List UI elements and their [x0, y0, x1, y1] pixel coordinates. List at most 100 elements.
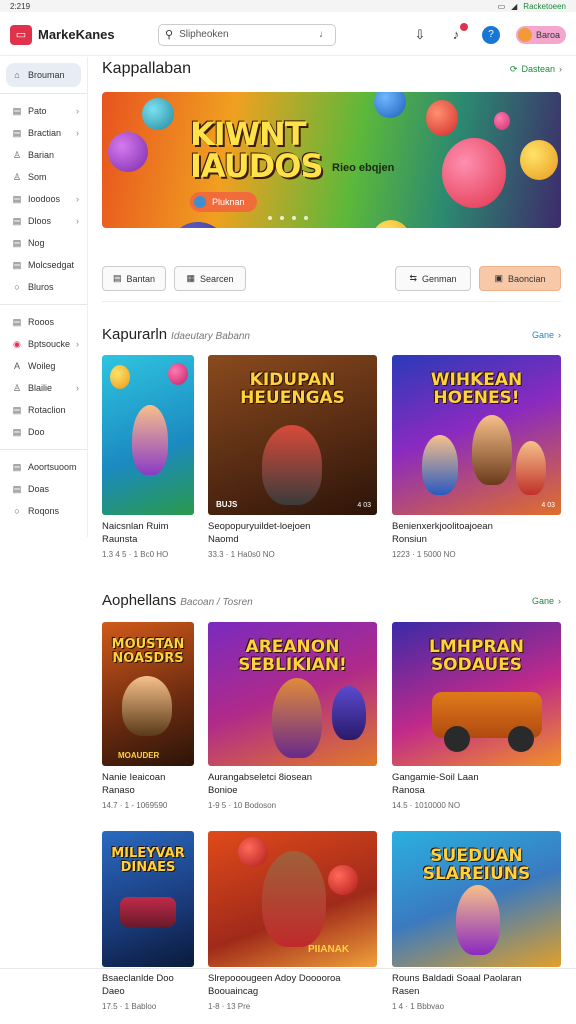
sidebar-item[interactable]: ○ Bluros: [0, 276, 87, 298]
app-card[interactable]: AREANON SEBLIKIAN! Aurangabseletci 8iose…: [208, 622, 377, 810]
sidebar-item[interactable]: ◉ Bptsoucke ›: [0, 333, 87, 355]
card-art-title: KIDUPAN HEUENGAS: [240, 370, 345, 408]
doc-icon: ▤: [12, 127, 22, 138]
sidebar-item[interactable]: ▤ Ioodoos ›: [0, 188, 87, 210]
sidebar-item[interactable]: ▤ Bractian ›: [0, 122, 87, 144]
divider: [102, 301, 561, 302]
see-all-link[interactable]: Gane ›: [532, 596, 561, 606]
wheel-graphic: [508, 726, 534, 752]
action-button-3[interactable]: ⇆ Genman: [395, 266, 471, 291]
card-artwork: AREANON SEBLIKIAN!: [208, 622, 377, 766]
apps-section: Aophellans Bacoan / Tosren Gane › MOUSTA…: [102, 592, 561, 1011]
app-card[interactable]: WIHKEAN HOENES! 4 03 Benienxerkjoolitoaj…: [392, 355, 561, 559]
app-card[interactable]: PIIANAK Slrepooougeen Adoy Dooooroa Boou…: [208, 831, 377, 1011]
sidebar-item[interactable]: ♙ Som: [0, 166, 87, 188]
notification-icon[interactable]: ♪: [446, 22, 468, 45]
search-placeholder: Slipheoken: [179, 29, 229, 40]
carousel-dot[interactable]: [268, 216, 272, 220]
card-art-title: AREANON SEBLIKIAN!: [238, 637, 347, 675]
sidebar-item[interactable]: A Woileg: [0, 355, 87, 377]
see-all-link[interactable]: ⟳ Dastean ›: [510, 64, 562, 75]
character-graphic: [132, 405, 168, 475]
download-icon[interactable]: ⇩: [410, 25, 430, 45]
sidebar-item[interactable]: ♙ Barian: [0, 144, 87, 166]
sidebar-item[interactable]: ▤ Doo: [0, 421, 87, 443]
app-card[interactable]: Naicsnlan Ruim Raunsta 1.3 4 5 · 1 Bc0 H…: [102, 355, 194, 559]
hero-title-line2: IAUDOS: [190, 147, 323, 185]
section-title: Kapurarln: [102, 326, 168, 343]
doc-icon: ▤: [12, 404, 22, 415]
sidebar-item[interactable]: ▤ Nog: [0, 232, 87, 254]
app-card[interactable]: SUEDUAN SLAREIUNS Rouns Baldadi Soaal Pa…: [392, 831, 561, 1011]
sidebar-item-label: Rooos: [28, 317, 55, 327]
sidebar-divider: [0, 304, 87, 305]
card-subtitle: Raunsta: [102, 534, 138, 545]
sidebar-item-home[interactable]: ⌂ Brouman: [6, 63, 81, 87]
sidebar-item-label: Woileg: [28, 361, 56, 371]
status-right-text: Racketoeen: [523, 1, 566, 11]
carousel-dot[interactable]: [304, 216, 308, 220]
sidebar-item[interactable]: ♙ Blailie ›: [0, 377, 87, 399]
carousel-dot[interactable]: [280, 216, 284, 220]
card-artwork: KIDUPAN HEUENGAS BUJS 4 03: [208, 355, 377, 515]
hero-action-button[interactable]: Pluknan: [190, 192, 257, 212]
circle-icon: ○: [14, 506, 20, 516]
battery-icon: ▭: [497, 1, 506, 11]
carousel-dots[interactable]: [268, 216, 308, 220]
top-bar: ▭ MarkeKanes ⚲ Slipheoken ♩ ⇩ ♪ ? Baroa: [0, 14, 576, 56]
profile-button[interactable]: Baroa: [515, 25, 566, 44]
character-graphic: [472, 415, 512, 485]
status-right: ▭ ◢ Racketoeen: [498, 2, 566, 11]
chevron-right-icon: ›: [76, 106, 79, 116]
chevron-right-icon: ›: [76, 339, 79, 349]
sidebar-item[interactable]: ○ Roqons: [0, 500, 87, 522]
app-card[interactable]: LMHPRAN SODAUES Gangamie-Soil Laan Ranos…: [392, 622, 561, 810]
search-input[interactable]: ⚲ Slipheoken ♩: [158, 23, 336, 46]
card-artwork: LMHPRAN SODAUES: [392, 622, 561, 766]
sidebar-item[interactable]: ▤ Rooos: [0, 311, 87, 333]
balloon-graphic: [520, 140, 558, 180]
sidebar-item[interactable]: ▤ Dloos ›: [0, 210, 87, 232]
sidebar-item[interactable]: ▤ Rotaclion: [0, 399, 87, 421]
doc-icon: ▤: [112, 273, 122, 283]
character-graphic: [516, 441, 546, 495]
top-actions: ⇩ ♪ ? Baroa: [410, 22, 566, 45]
card-subtitle: Ranaso: [102, 785, 135, 796]
app-logo[interactable]: ▭ MarkeKanes: [10, 24, 150, 45]
card-art-badge: 4 03: [541, 502, 555, 509]
mic-icon[interactable]: ♩: [319, 29, 329, 40]
doc-icon: ▤: [12, 426, 22, 437]
sidebar-item[interactable]: ▤ Doas: [0, 478, 87, 500]
status-time: 2:219: [10, 1, 31, 11]
hero-banner[interactable]: KIWNT IAUDOS Rieo ebqjen Pluknan: [102, 92, 561, 228]
card-title: Naicsnlan Ruim: [102, 521, 169, 532]
balloon-graphic: [110, 365, 130, 389]
app-card[interactable]: MOUSTAN NOASDRS MOAUDER Nanie Ieaicoan R…: [102, 622, 194, 810]
apps-header: Aophellans Bacoan / Tosren Gane ›: [102, 592, 561, 609]
doc-icon: ▤: [12, 316, 22, 327]
balloon-graphic: [374, 92, 406, 118]
sidebar-divider: [0, 93, 87, 94]
card-subtitle: Boouaincag: [208, 986, 259, 997]
balloon-graphic: [168, 222, 228, 228]
action-button-1[interactable]: ▤ Bantan: [102, 266, 166, 291]
app-card[interactable]: KIDUPAN HEUENGAS BUJS 4 03 Seopopuryuild…: [208, 355, 377, 559]
primary-action-button[interactable]: ▣ Baoncian: [479, 266, 561, 291]
card-meta: 1.3 4 5 · 1 Bc0 HO: [102, 550, 169, 559]
sidebar-item[interactable]: ▤ Pato ›: [0, 100, 87, 122]
sidebar-item[interactable]: ▤ Aoortsuoom: [0, 456, 87, 478]
see-all-link[interactable]: Gane ›: [532, 330, 561, 340]
card-subtitle: Naomd: [208, 534, 239, 545]
profile-label: Baroa: [535, 29, 560, 40]
help-icon[interactable]: ?: [481, 25, 500, 44]
see-all-label: Gane: [531, 329, 554, 340]
sidebar-item[interactable]: ▤ Molcsedgat: [0, 254, 87, 276]
balloon-graphic: [372, 220, 410, 228]
store-icon: ▭: [10, 24, 32, 45]
card-artwork: SUEDUAN SLAREIUNS: [392, 831, 561, 967]
carousel-dot[interactable]: [292, 216, 296, 220]
circle-icon: ○: [14, 282, 20, 292]
card-subtitle: Ranosa: [392, 785, 425, 796]
action-button-2[interactable]: ▦ Searcen: [174, 266, 246, 291]
app-card[interactable]: MILEYVAR DINAES Bsaeclanlde Doo Daeo 17.…: [102, 831, 194, 1011]
